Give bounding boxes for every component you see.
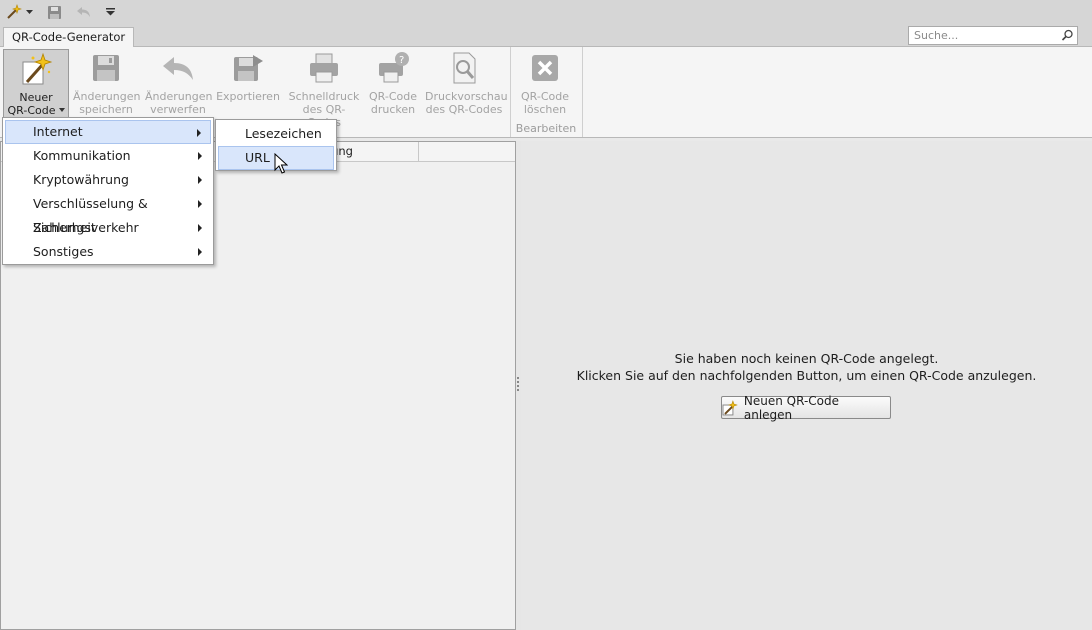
detail-panel: Sie haben noch keinen QR-Code angelegt. … <box>521 141 1092 630</box>
menu-item-label: Internet <box>33 124 83 139</box>
customize-dropdown-icon[interactable] <box>106 2 115 22</box>
chevron-right-icon <box>198 224 202 232</box>
delete-label-1: QR-Code <box>521 90 569 103</box>
empty-state-message: Sie haben noch keinen QR-Code angelegt. <box>674 351 939 366</box>
new-qr-code-button[interactable]: Neuer QR-Code <box>3 49 69 119</box>
save-label-2: speichern <box>79 103 133 116</box>
empty-state-hint: Klicken Sie auf den nachfolgenden Button… <box>576 368 1037 383</box>
new-label-2: QR-Code <box>7 104 56 117</box>
chevron-right-icon <box>198 176 202 184</box>
print-preview-button[interactable]: Druckvorschau des QR-Codes <box>425 49 508 119</box>
discard-label-1: Änderungen <box>145 90 213 103</box>
submenu-item-bookmark[interactable]: Lesezeichen <box>218 122 334 146</box>
menu-item-payments[interactable]: Zahlungsverkehr <box>5 216 211 240</box>
menu-item-label: Kryptowährung <box>33 172 129 187</box>
menu-item-cryptocurrency[interactable]: Kryptowährung <box>5 168 211 192</box>
export-button[interactable]: Exportieren <box>216 49 280 119</box>
menu-item-other[interactable]: Sonstiges <box>5 240 211 264</box>
discard-label-2: verwerfen <box>150 103 206 116</box>
new-qr-code-menu: Internet Kommunikation Kryptowährung Ver… <box>2 117 214 265</box>
create-qr-code-button-label: Neuen QR-Code anlegen <box>743 393 839 422</box>
magic-wand-icon <box>722 399 738 415</box>
ribbon-group-label-edit: Bearbeiten <box>515 122 577 135</box>
chevron-right-icon <box>197 129 201 137</box>
new-label-1: Neuer <box>19 91 53 104</box>
menu-item-label: Zahlungsverkehr <box>33 220 139 235</box>
export-label-1: Exportieren <box>216 90 280 103</box>
undo-icon <box>163 57 193 80</box>
svg-text:?: ? <box>399 55 404 66</box>
ribbon-group-separator <box>582 47 583 137</box>
quick-print-button[interactable]: Schnelldruck des QR-Codes <box>287 49 361 129</box>
preview-label-2: des QR-Codes <box>425 103 503 116</box>
printer-icon <box>310 53 338 83</box>
search-input[interactable]: Suche... <box>908 26 1078 45</box>
discard-changes-button[interactable]: Änderungen verwerfen <box>145 49 213 119</box>
quick-access-toolbar <box>0 0 1092 24</box>
chevron-right-icon <box>198 200 202 208</box>
print-label-1: QR-Code <box>369 90 417 103</box>
export-icon <box>234 55 263 81</box>
menu-item-internet[interactable]: Internet <box>5 120 211 144</box>
undo-icon[interactable] <box>76 2 92 22</box>
delete-qr-code-button[interactable]: QR-Code löschen <box>516 49 574 119</box>
menu-item-encryption-security[interactable]: Verschlüsselung & Sicherheit <box>5 192 211 235</box>
delete-label-2: löschen <box>523 103 567 116</box>
save-changes-button[interactable]: Änderungen speichern <box>73 49 141 119</box>
chevron-right-icon <box>198 152 202 160</box>
chevron-right-icon <box>198 248 202 256</box>
menu-item-communication[interactable]: Kommunikation <box>5 144 211 168</box>
print-label-2: drucken <box>370 103 416 116</box>
preview-label-1: Druckvorschau <box>425 90 508 103</box>
chevron-down-icon <box>58 108 65 112</box>
splitter-grip[interactable] <box>517 377 519 391</box>
magic-wand-icon[interactable] <box>6 2 22 22</box>
menu-item-label: Sonstiges <box>33 244 94 259</box>
dropdown-caret-icon[interactable] <box>26 2 33 22</box>
print-preview-icon <box>453 52 476 84</box>
menu-item-label: Kommunikation <box>33 148 131 163</box>
save-label-1: Änderungen <box>73 90 141 103</box>
create-qr-code-button[interactable]: Neuen QR-Code anlegen <box>721 393 891 422</box>
print-qr-code-button[interactable]: ? QR-Code drucken <box>366 49 420 119</box>
mouse-cursor-icon <box>274 153 288 174</box>
delete-icon <box>532 55 558 81</box>
save-icon <box>93 55 119 81</box>
tab-qr-code-generator[interactable]: QR-Code-Generator <box>3 27 135 48</box>
save-icon[interactable] <box>47 2 62 22</box>
search-icon[interactable] <box>1061 29 1074 42</box>
search-placeholder: Suche... <box>914 29 959 42</box>
printer-question-icon: ? <box>379 52 409 83</box>
tab-strip: QR-Code-Generator Suche... <box>0 24 1092 48</box>
magic-wand-icon <box>22 52 53 85</box>
quickprint-label-1: Schnelldruck <box>288 90 360 103</box>
